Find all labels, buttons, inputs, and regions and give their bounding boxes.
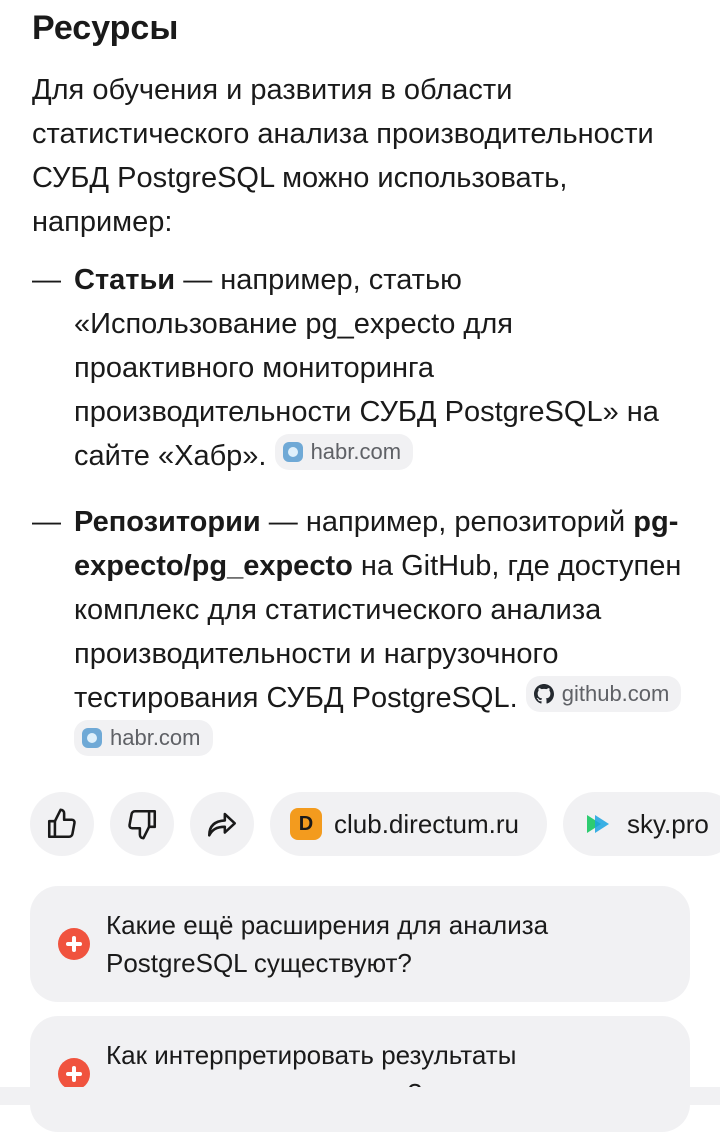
suggestion-item[interactable]: Как интерпретировать результаты статисти…	[30, 1016, 690, 1132]
resource-list: — Статьи — например, статью «Использован…	[32, 258, 692, 764]
dash-bullet: —	[32, 506, 61, 538]
source-button-directum[interactable]: D club.directum.ru	[270, 792, 547, 856]
source-chip-github[interactable]: github.com	[525, 676, 682, 712]
thumbs-up-icon	[47, 808, 76, 839]
source-chip-habr[interactable]: habr.com	[274, 434, 414, 470]
action-bar: D club.directum.ru sky.pro	[30, 792, 720, 856]
thumbs-down-icon	[128, 809, 157, 840]
list-item-articles: — Статьи — например, статью «Использован…	[32, 258, 692, 478]
chip-label: github.com	[561, 681, 670, 706]
dash-bullet: —	[32, 264, 61, 296]
share-button[interactable]	[190, 792, 254, 856]
answer-content: Ресурсы Для обучения и развития в област…	[32, 0, 692, 786]
suggestion-item[interactable]: Какие ещё расширения для анализа Postgre…	[30, 886, 690, 1002]
github-icon	[533, 684, 554, 704]
directum-logo-icon: D	[290, 808, 322, 840]
item-text-pre: — например, репозиторий	[260, 506, 634, 538]
intro-text: Для обучения и развития в области статис…	[32, 74, 654, 238]
like-button[interactable]	[30, 792, 94, 856]
source-chip-habr[interactable]: habr.com	[74, 720, 213, 756]
habr-icon	[282, 442, 303, 462]
plus-icon	[58, 1058, 90, 1090]
source-button-skypro[interactable]: sky.pro	[562, 792, 720, 856]
item-title: Репозитории	[74, 506, 261, 538]
plus-icon	[58, 928, 90, 960]
suggestion-text: Какие ещё расширения для анализа Postgre…	[106, 910, 549, 978]
list-item-repositories: — Репозитории — например, репозиторий pg…	[32, 500, 692, 764]
item-title: Статьи	[74, 264, 176, 296]
chip-label: habr.com	[110, 725, 201, 750]
source-label: club.directum.ru	[334, 808, 519, 839]
habr-icon	[82, 728, 102, 748]
dislike-button[interactable]	[110, 792, 174, 856]
chip-label: habr.com	[310, 439, 402, 464]
skypro-logo-icon	[583, 808, 615, 840]
share-icon	[207, 812, 237, 837]
bottom-overlay	[0, 1087, 720, 1105]
section-title: Ресурсы	[32, 9, 179, 47]
source-label: sky.pro	[626, 808, 709, 839]
